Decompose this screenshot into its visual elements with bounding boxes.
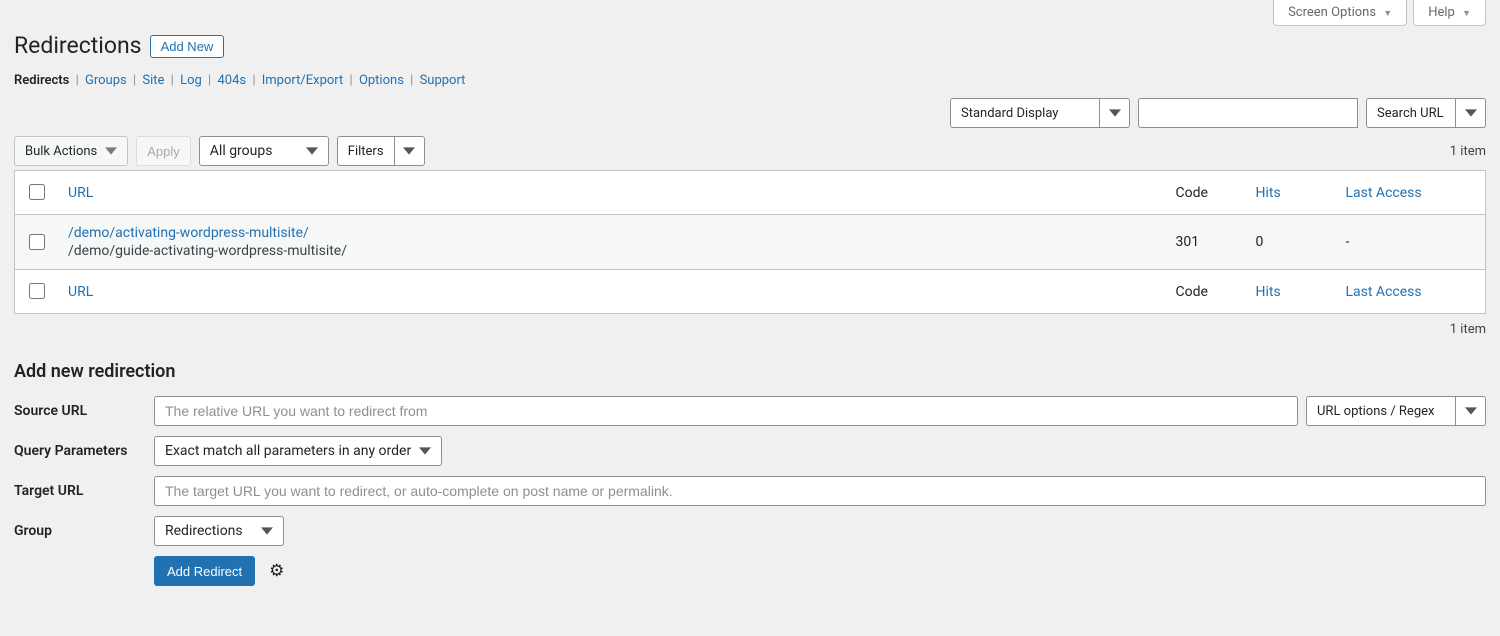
url-options-select[interactable]: URL options / Regex	[1306, 396, 1486, 426]
nav-support[interactable]: Support	[420, 73, 466, 88]
bulk-actions-select[interactable]: Bulk Actions	[14, 136, 128, 166]
table-row: /demo/activating-wordpress-multisite/ /d…	[15, 215, 1486, 270]
item-count-bottom: 1 item	[14, 322, 1486, 337]
col-hits[interactable]: Hits	[1256, 284, 1281, 300]
query-params-value: Exact match all parameters in any order	[165, 443, 411, 459]
nav-import-export[interactable]: Import/Export	[262, 73, 344, 88]
add-form-heading: Add new redirection	[14, 361, 1486, 382]
group-select[interactable]: Redirections	[154, 516, 284, 546]
search-type-select[interactable]: Search URL	[1366, 98, 1486, 128]
bulk-actions-label: Bulk Actions	[25, 144, 97, 159]
display-mode-select[interactable]: Standard Display	[950, 98, 1130, 128]
nav-404s[interactable]: 404s	[217, 73, 246, 88]
group-select-value: Redirections	[165, 523, 243, 539]
col-hits[interactable]: Hits	[1256, 185, 1281, 201]
search-box	[1138, 98, 1358, 128]
chevron-down-icon: ▼	[1462, 9, 1471, 19]
screen-options-label: Screen Options	[1288, 5, 1376, 20]
nav-options[interactable]: Options	[359, 73, 404, 88]
row-target-url: /demo/guide-activating-wordpress-multisi…	[68, 243, 1156, 259]
col-code: Code	[1166, 270, 1246, 314]
gear-icon[interactable]: ⚙	[269, 561, 284, 581]
nav-log[interactable]: Log	[180, 73, 202, 88]
page-title: Redirections	[14, 32, 142, 59]
group-label: Group	[14, 523, 142, 539]
row-checkbox[interactable]	[29, 234, 45, 250]
help-tab[interactable]: Help ▼	[1413, 0, 1486, 26]
select-all-checkbox[interactable]	[29, 184, 45, 200]
chevron-down-icon[interactable]	[395, 136, 425, 166]
col-code: Code	[1166, 171, 1246, 215]
col-url[interactable]: URL	[68, 284, 93, 300]
nav-redirects[interactable]: Redirects	[14, 73, 69, 88]
chevron-down-icon[interactable]	[1456, 396, 1486, 426]
row-hits: 0	[1246, 215, 1336, 270]
row-last-access: -	[1336, 215, 1486, 270]
url-options-label: URL options / Regex	[1306, 396, 1456, 426]
sub-navigation: Redirects | Groups | Site | Log | 404s |…	[14, 73, 1486, 88]
target-url-label: Target URL	[14, 483, 142, 499]
query-params-label: Query Parameters	[14, 443, 142, 459]
row-code: 301	[1166, 215, 1246, 270]
search-type-label: Search URL	[1366, 98, 1456, 128]
display-mode-label: Standard Display	[950, 98, 1100, 128]
source-url-input[interactable]	[154, 396, 1298, 426]
add-new-button[interactable]: Add New	[150, 35, 225, 58]
chevron-down-icon: ▼	[1383, 9, 1392, 19]
redirects-table: URL Code Hits Last Access /demo/activati…	[14, 170, 1486, 314]
chevron-down-icon[interactable]	[1456, 98, 1486, 128]
col-last[interactable]: Last Access	[1346, 284, 1422, 300]
filters-label: Filters	[337, 136, 395, 166]
chevron-down-icon[interactable]	[1100, 98, 1130, 128]
group-filter-label: All groups	[210, 143, 273, 159]
target-url-input[interactable]	[154, 476, 1486, 506]
apply-button[interactable]: Apply	[136, 136, 191, 166]
screen-options-tab[interactable]: Screen Options ▼	[1273, 0, 1407, 26]
select-all-checkbox-bottom[interactable]	[29, 283, 45, 299]
nav-groups[interactable]: Groups	[85, 73, 127, 88]
col-last[interactable]: Last Access	[1346, 185, 1422, 201]
filters-button[interactable]: Filters	[337, 136, 425, 166]
source-url-label: Source URL	[14, 403, 142, 419]
row-source-url[interactable]: /demo/activating-wordpress-multisite/	[68, 225, 309, 241]
add-redirect-button[interactable]: Add Redirect	[154, 556, 255, 586]
nav-site[interactable]: Site	[142, 73, 164, 88]
search-input[interactable]	[1139, 99, 1357, 127]
col-url[interactable]: URL	[68, 185, 93, 201]
group-filter-select[interactable]: All groups	[199, 136, 329, 166]
query-params-select[interactable]: Exact match all parameters in any order	[154, 436, 442, 466]
help-label: Help	[1428, 5, 1455, 20]
item-count-top: 1 item	[1450, 144, 1486, 159]
